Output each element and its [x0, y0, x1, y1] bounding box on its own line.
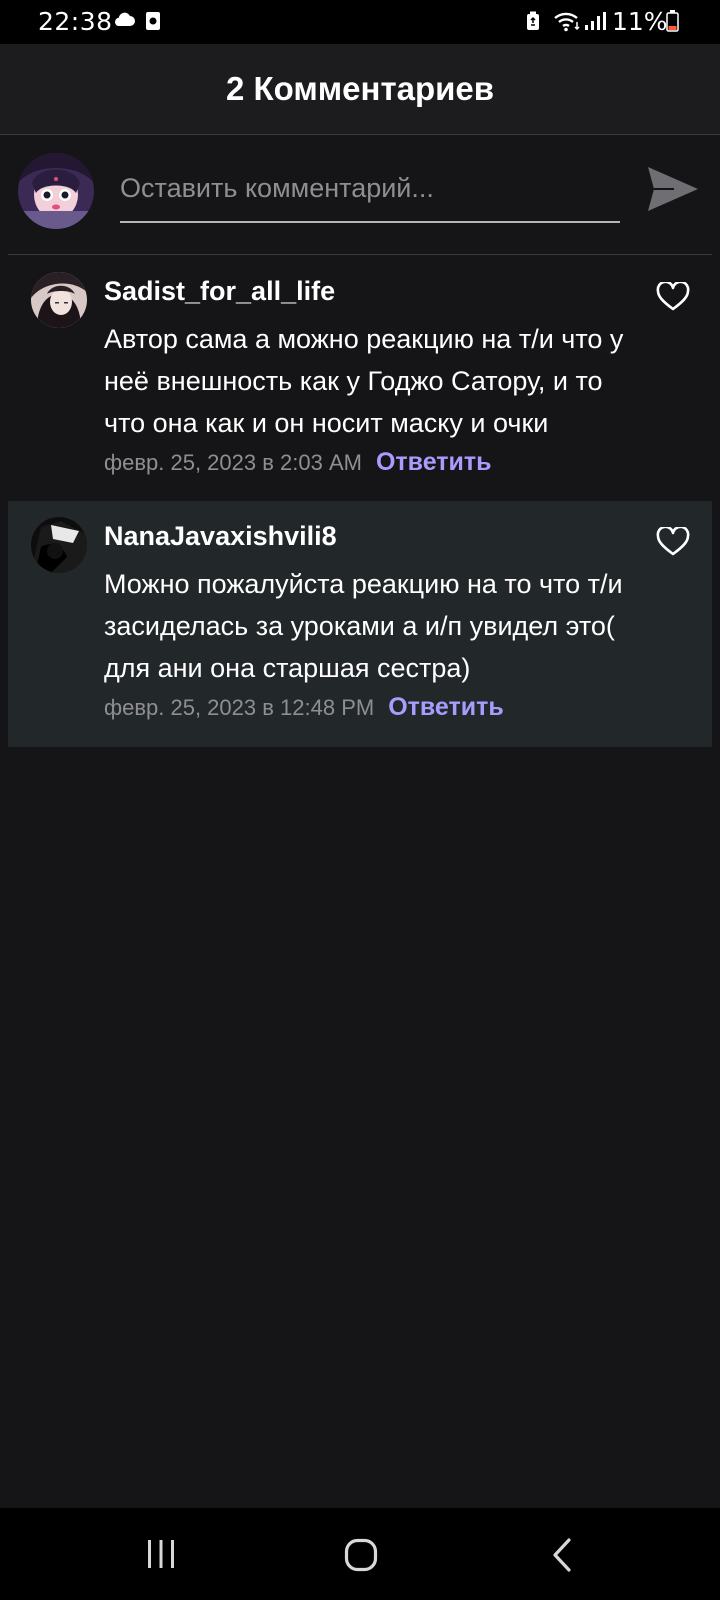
user-avatar[interactable] [18, 153, 94, 229]
back-icon[interactable] [552, 1538, 572, 1572]
home-icon[interactable] [344, 1538, 378, 1572]
recents-icon[interactable] [145, 1538, 177, 1570]
signal-icon [585, 12, 606, 30]
commenter-avatar[interactable] [31, 517, 87, 573]
comment-meta: февр. 25, 2023 в 2:03 AM Ответить [104, 448, 492, 477]
send-icon[interactable] [644, 161, 702, 217]
media-icon [146, 12, 160, 30]
comment-text: Можно пожалуйста реакцию на то что т/и з… [104, 569, 623, 683]
heart-outline-icon[interactable] [656, 282, 690, 312]
comment-timestamp: февр. 25, 2023 в 12:48 PM [104, 695, 375, 720]
comment-input[interactable] [120, 165, 620, 223]
page-title: 2 Комментариев [225, 70, 495, 107]
comments-screen: 22:38 11% 2 Комментариев Оставить коммен… [0, 0, 720, 1600]
heart-outline-icon[interactable] [656, 527, 690, 557]
wifi-icon [554, 12, 580, 32]
cloud-icon [114, 12, 135, 26]
comment-meta: февр. 25, 2023 в 12:48 PM Ответить [104, 693, 504, 722]
battery-percent: 11% [612, 7, 668, 36]
reply-button[interactable]: Ответить [388, 693, 504, 721]
comment-author[interactable]: Sadist_for_all_life [104, 276, 335, 307]
comment-item: Sadist_for_all_life Автор сама а можно р… [8, 256, 712, 491]
comment-item: NanaJavaxishvili8 Можно пожалуйста реакц… [8, 501, 712, 747]
status-time: 22:38 [38, 7, 113, 36]
comment-compose [0, 135, 720, 255]
battery-saver-icon [527, 11, 539, 30]
status-bar: 22:38 11% [0, 0, 720, 44]
comment-author[interactable]: NanaJavaxishvili8 [104, 521, 337, 552]
header-bar: 2 Комментариев [0, 44, 720, 135]
navigation-bar [0, 1508, 720, 1600]
reply-button[interactable]: Ответить [376, 448, 492, 476]
divider [8, 254, 712, 255]
comment-text: Автор сама а можно реакцию на т/и что у … [104, 324, 624, 438]
battery-icon [666, 10, 679, 32]
commenter-avatar[interactable] [31, 272, 87, 328]
comment-timestamp: февр. 25, 2023 в 2:03 AM [104, 450, 362, 475]
